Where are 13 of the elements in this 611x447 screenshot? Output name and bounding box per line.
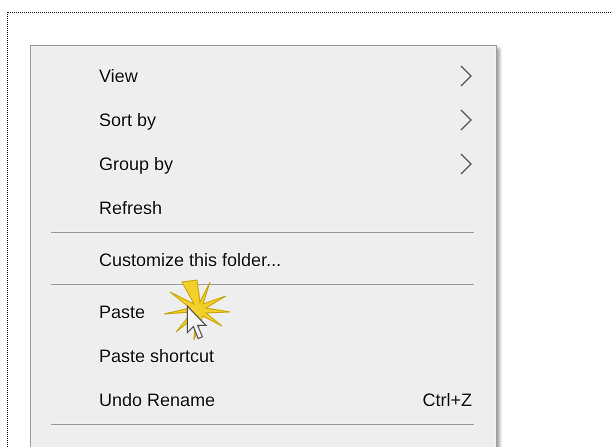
menu-item[interactable]: Paste [31, 290, 496, 334]
menu-item[interactable]: Paste shortcut [31, 334, 496, 378]
chevron-right-icon [460, 109, 472, 131]
shortcut-label: Ctrl+Z [422, 388, 472, 412]
menu-item[interactable]: Refresh [31, 186, 496, 230]
chevron-right-icon [460, 153, 472, 175]
menu-item[interactable]: Undo Rename Ctrl+Z [31, 378, 496, 422]
cursor-icon [186, 305, 208, 341]
menu-item[interactable]: Customize this folder... [31, 238, 496, 282]
chevron-right-icon [460, 65, 472, 87]
menu-item[interactable]: View [31, 54, 496, 98]
menu-item[interactable]: Sort by [31, 98, 496, 142]
menu-item[interactable]: Group by [31, 142, 496, 186]
